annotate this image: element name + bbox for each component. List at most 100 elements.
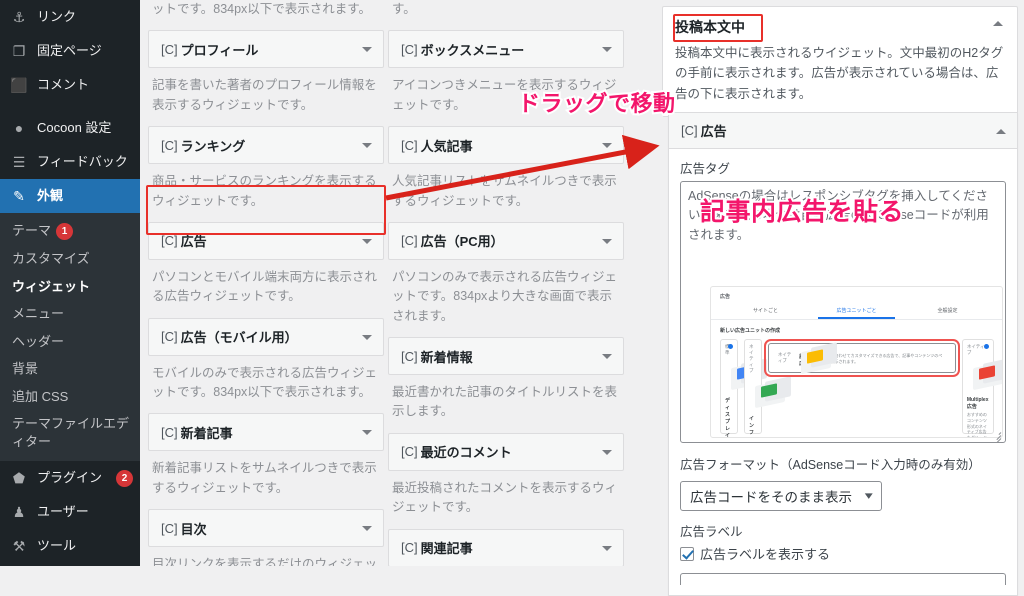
ad-label-checkbox[interactable] <box>680 546 694 561</box>
available-widget[interactable]: [C] 新着情報 <box>388 337 624 375</box>
sidebar-item-label: ユーザー <box>37 503 89 519</box>
available-widget-title: 新着情報 <box>420 349 473 365</box>
available-widget-title: プロフィール <box>180 42 259 58</box>
submenu-item-label: カスタマイズ <box>12 251 90 267</box>
screenshot-section-title: 新しい広告ユニットの作成 <box>720 328 781 334</box>
available-widget-title: 広告（モバイル用） <box>180 330 298 346</box>
chevron-up-icon[interactable] <box>996 128 1006 134</box>
available-widget-title: 新着記事 <box>180 425 233 441</box>
available-widget-title: 目次 <box>180 521 207 537</box>
chevron-down-icon[interactable] <box>602 449 612 455</box>
sidebar-item-5[interactable]: ✎ 外観 <box>0 179 140 213</box>
sidebar-area-panel[interactable]: 投稿本文中 投稿本文中に表示されるウイジェット。文中最初のH2タグの手前に表示さ… <box>662 6 1018 117</box>
ad-format-value: 広告コードをそのまま表示 <box>690 490 852 505</box>
sidebar-item-1[interactable]: ♟ ユーザー <box>0 495 140 529</box>
available-widget[interactable]: [C] 最近のコメント <box>388 432 624 471</box>
sidebar-item-1[interactable]: ❐ 固定ページ <box>0 34 140 68</box>
available-widget[interactable]: [C] ランキング <box>148 126 384 165</box>
chevron-up-icon[interactable] <box>993 21 1003 26</box>
submenu-badge: 1 <box>56 223 74 241</box>
sidebar-item-2[interactable]: ⚒ ツール <box>0 529 140 563</box>
submenu-item-6[interactable]: 追加 CSS <box>0 383 140 411</box>
chevron-down-icon[interactable] <box>362 47 372 53</box>
card-illustration <box>751 376 791 411</box>
submenu-item-1[interactable]: カスタマイズ <box>0 245 140 273</box>
available-widget-title: 広告 <box>180 234 207 250</box>
sidebar-item-0[interactable]: ⚓ リンク <box>0 0 140 34</box>
available-widget-description: 商品・サービスのランキングを表示するウィジェットです。 <box>152 174 377 208</box>
ad-format-select[interactable]: 広告コードをそのまま表示 ▾ <box>680 481 882 511</box>
widget-column-2: す。 [C] ボックスメニュー アイコンつきメニューを表示するウィジェットです。 [C… <box>388 0 624 566</box>
available-widget[interactable]: [C] 関連記事 <box>388 528 624 566</box>
chevron-down-icon[interactable] <box>602 354 612 359</box>
screenshot-tab: サイトごと <box>752 308 778 314</box>
submenu-item-7[interactable]: テーマファイルエディター <box>0 410 140 455</box>
available-widget[interactable]: [C] 広告（PC用） <box>388 221 624 260</box>
available-widget[interactable]: [C] プロフィール <box>148 30 384 69</box>
available-widget[interactable]: [C] 広告（モバイル用） <box>148 317 384 356</box>
chevron-down-icon[interactable] <box>362 334 372 340</box>
pasted-adsense-screenshot: 広告 サイトごと 広告ユニットごと 全般設定 新しい広告ユニットの作成 標準ディスプ… <box>710 286 1003 438</box>
available-widget-description: 目次リンクを表示するだけのウィジェットです。 <box>152 557 378 566</box>
available-widget[interactable]: [C] 人気記事 <box>388 126 624 165</box>
appearance-submenu: テーマ 1 カスタマイズウィジェット メニューヘッダー背景追加 CSS テーマファイルエ… <box>0 213 140 462</box>
chevron-down-icon: ▾ <box>864 489 873 502</box>
users-icon: ♟ <box>12 504 26 521</box>
sidebar-item-4[interactable]: ☰ フィードバック <box>0 145 140 179</box>
sidebar-item-label: ツール <box>37 537 77 553</box>
submenu-item-label: ヘッダー <box>12 333 65 349</box>
widget-prefix: [C] <box>401 41 418 57</box>
sidebar-area-description: 投稿本文中に表示されるウイジェット。文中最初のH2タグの手前に表示されます。広告… <box>675 46 1004 101</box>
info-icon <box>983 344 989 349</box>
screenshot-tabs: サイトごと 広告ユニットごと 全般設定 <box>711 304 1002 320</box>
admin-sidebar[interactable]: ⚓ リンク ❐ 固定ページ ⬛ コメント ● Cocoon 設定 ☰ フィードバック ✎ 外観 テーマ 1… <box>0 0 140 566</box>
next-field-partial <box>680 573 1006 585</box>
submenu-item-2[interactable]: ウィジェット <box>0 273 140 301</box>
chevron-down-icon[interactable] <box>602 143 612 149</box>
available-widget[interactable]: [C] 広告 <box>148 221 384 260</box>
chevron-down-icon[interactable] <box>602 47 612 53</box>
sidebar-item-2[interactable]: ⬛ コメント <box>0 68 140 102</box>
submenu-item-4[interactable]: ヘッダー <box>0 328 140 356</box>
resize-handle-icon[interactable] <box>991 429 1003 442</box>
partial-description-top-col2: す。 <box>392 2 416 16</box>
chevron-down-icon[interactable] <box>362 526 372 532</box>
sidebar-item-label: プラグイン <box>37 469 103 485</box>
annotation-drag-to-move: ドラッグで移動 <box>516 89 677 118</box>
feedback-icon: ☰ <box>12 154 26 170</box>
available-widget-title: 関連記事 <box>420 541 473 556</box>
sidebar-item-label: Cocoon 設定 <box>37 119 112 135</box>
chevron-down-icon[interactable] <box>362 143 372 149</box>
widget-column-1: ットです。834px以下で表示されます。 [C] プロフィール 記事を書いた著者のプ… <box>148 0 384 566</box>
chevron-down-icon[interactable] <box>602 238 612 244</box>
available-widget[interactable]: [C] 目次 <box>148 509 384 548</box>
sidebar-item-3[interactable]: ● Cocoon 設定 <box>0 111 140 145</box>
screenshot-ad-card: ネイティブインフィード広告サイトのデザインに合わせてカスタマイズできる広告で、投… <box>744 339 791 436</box>
screenshot-cards: 標準ディスプレイ広告どこにでも置けるようなサイズ、万能で汎用的な広告です。ネイテ… <box>711 339 1002 437</box>
submenu-item-0[interactable]: テーマ 1 <box>0 217 140 245</box>
chevron-down-icon[interactable] <box>602 545 612 551</box>
open-widget-ad[interactable]: [C] 広告 広告タグ AdSenseの場合はレスポンシブタグを挿入してください… <box>668 112 1018 596</box>
chevron-down-icon[interactable] <box>362 430 372 436</box>
submenu-item-3[interactable]: メニュー <box>0 300 140 328</box>
sidebar-item-label: フィードバック <box>37 153 128 169</box>
open-widget-header[interactable]: [C] 広告 <box>669 113 1017 149</box>
sidebar-item-label: 外観 <box>37 187 64 203</box>
sidebar-item-label: コメント <box>37 76 90 92</box>
available-widget-title: ランキング <box>180 138 246 154</box>
widget-prefix: [C] <box>401 137 418 153</box>
submenu-item-label: 背景 <box>12 361 39 377</box>
annotation-paste-in-article-ad: 記事内広告を貼る <box>698 196 906 228</box>
chevron-down-icon[interactable] <box>362 238 372 244</box>
card-description: おすすめのコンテンツ形式のネイティブ広告をグリッドとして表示する広告ユニットです… <box>966 412 987 438</box>
sidebar-item-0[interactable]: ⬟ プラグイン 2 <box>0 461 140 495</box>
card-type: ネイティブ <box>777 352 792 363</box>
ad-label-checkbox-row[interactable]: 広告ラベルを表示する <box>680 544 1006 563</box>
card-type: ネイティブ <box>749 344 754 373</box>
available-widget[interactable]: [C] ボックスメニュー <box>388 30 624 69</box>
submenu-item-5[interactable]: 背景 <box>0 355 140 383</box>
widget-prefix: [C] <box>161 424 178 440</box>
available-widget[interactable]: [C] 新着記事 <box>148 413 384 452</box>
available-widget-title: 最近のコメント <box>420 445 512 461</box>
sidebar-area-header[interactable]: 投稿本文中 投稿本文中に表示されるウイジェット。文中最初のH2タグの手前に表示さ… <box>663 7 1017 116</box>
